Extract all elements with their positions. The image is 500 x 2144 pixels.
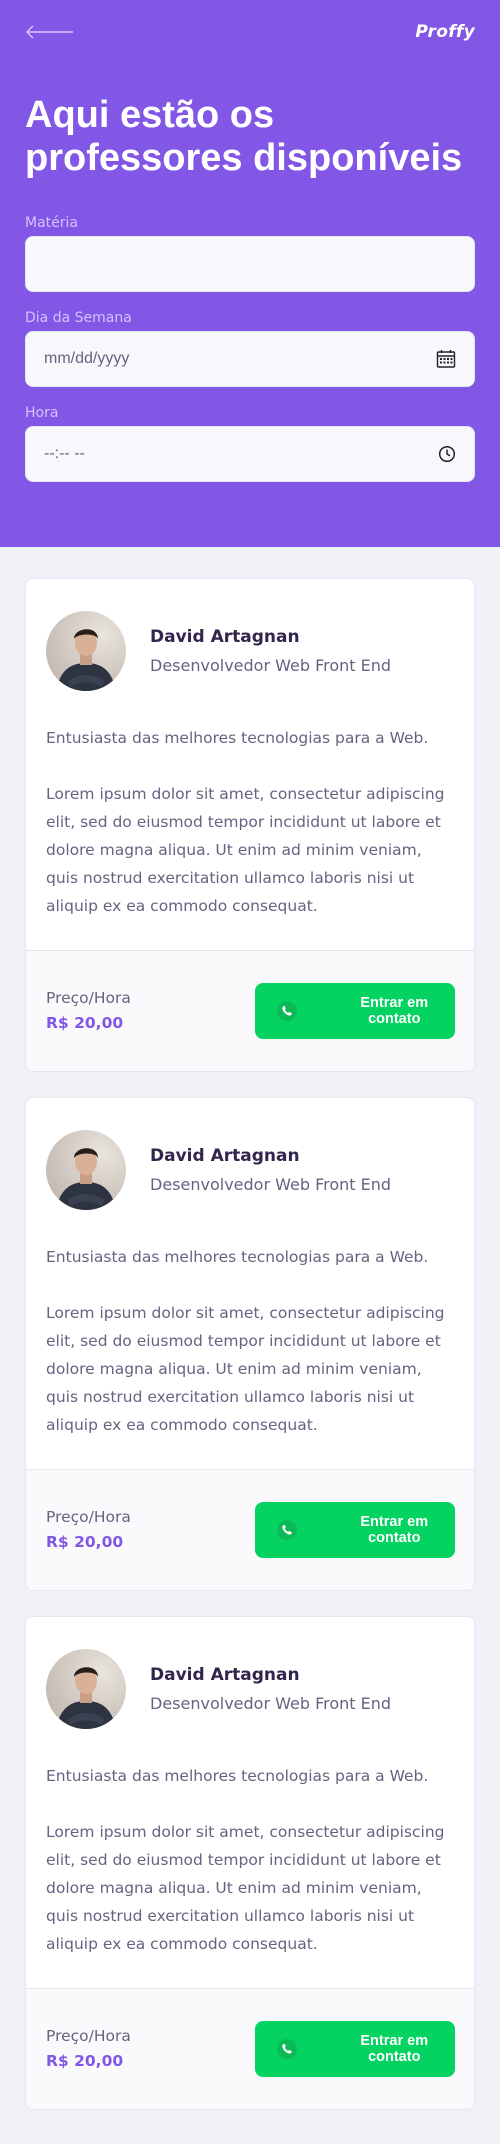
bio-text: Lorem ipsum dolor sit amet, consectetur …	[46, 1304, 445, 1434]
avatar	[46, 1649, 126, 1729]
teacher-bio: Entusiasta das melhores tecnologias para…	[46, 1762, 456, 1958]
teacher-card: David Artagnan Desenvolvedor Web Front E…	[25, 1097, 475, 1591]
time-value: --:-- --	[44, 445, 85, 462]
back-button[interactable]	[25, 18, 75, 46]
teacher-subject: Desenvolvedor Web Front End	[150, 656, 392, 675]
clock-icon[interactable]	[438, 445, 456, 463]
weekday-label: Dia da Semana	[25, 310, 132, 326]
weekday-date-input[interactable]: mm/dd/yyyy	[25, 331, 475, 387]
price-value: R$ 20,00	[46, 1014, 124, 1032]
teacher-bio: Entusiasta das melhores tecnologias para…	[46, 1243, 456, 1439]
bio-intro: Entusiasta das melhores tecnologias para…	[46, 729, 429, 747]
bio-intro: Entusiasta das melhores tecnologias para…	[46, 1767, 429, 1785]
bio-text: Lorem ipsum dolor sit amet, consectetur …	[46, 785, 445, 915]
contact-button-label: Entrar em contato	[360, 1514, 429, 1546]
time-label: Hora	[25, 405, 59, 421]
card-footer: Preço/Hora R$ 20,00 Entrar em contato	[26, 1469, 474, 1590]
weekday-value: mm/dd/yyyy	[44, 350, 130, 367]
calendar-icon[interactable]	[436, 349, 456, 369]
time-input[interactable]: --:-- --	[25, 426, 475, 482]
contact-button-label: Entrar em contato	[360, 2033, 429, 2065]
card-footer: Preço/Hora R$ 20,00 Entrar em contato	[26, 950, 474, 1071]
price-label: Preço/Hora	[46, 1508, 131, 1526]
top-bar: Proffy	[25, 18, 475, 46]
teacher-card: David Artagnan Desenvolvedor Web Front E…	[25, 578, 475, 1072]
teacher-subject: Desenvolvedor Web Front End	[150, 1175, 392, 1194]
teacher-bio: Entusiasta das melhores tecnologias para…	[46, 724, 456, 920]
arrow-left-icon	[25, 25, 73, 39]
teacher-subject: Desenvolvedor Web Front End	[150, 1694, 392, 1713]
avatar	[46, 1130, 126, 1210]
page-title: Aqui estão os professores disponíveis	[25, 94, 463, 179]
price-label: Preço/Hora	[46, 2027, 131, 2045]
price-value: R$ 20,00	[46, 2052, 124, 2070]
bio-intro: Entusiasta das melhores tecnologias para…	[46, 1248, 429, 1266]
whatsapp-icon	[275, 999, 299, 1023]
contact-button-label: Entrar em contato	[360, 995, 429, 1027]
teacher-name: David Artagnan	[150, 627, 300, 647]
teacher-name: David Artagnan	[150, 1146, 300, 1166]
bio-text: Lorem ipsum dolor sit amet, consectetur …	[46, 1823, 445, 1953]
avatar	[46, 611, 126, 691]
logo: Proffy	[415, 22, 475, 42]
teacher-name: David Artagnan	[150, 1665, 300, 1685]
card-footer: Preço/Hora R$ 20,00 Entrar em contato	[26, 1988, 474, 2109]
price-value: R$ 20,00	[46, 1533, 124, 1551]
contact-button[interactable]: Entrar em contato	[255, 2021, 455, 2077]
contact-button[interactable]: Entrar em contato	[255, 1502, 455, 1558]
subject-label: Matéria	[25, 215, 78, 231]
price-label: Preço/Hora	[46, 989, 131, 1007]
teacher-card: David Artagnan Desenvolvedor Web Front E…	[25, 1616, 475, 2110]
whatsapp-icon	[275, 2037, 299, 2061]
whatsapp-icon	[275, 1518, 299, 1542]
contact-button[interactable]: Entrar em contato	[255, 983, 455, 1039]
subject-input[interactable]	[25, 236, 475, 292]
page-header: Proffy Aqui estão os professores disponí…	[0, 0, 500, 547]
